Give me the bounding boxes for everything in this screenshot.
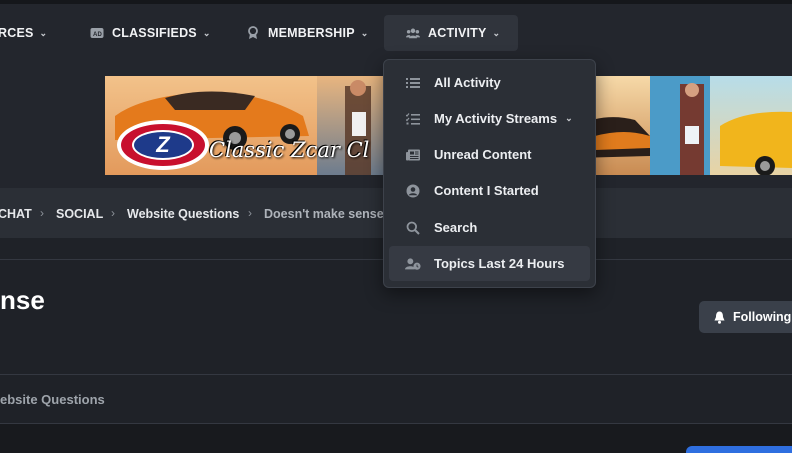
menu-item-label: Search bbox=[434, 220, 478, 235]
svg-text:AD: AD bbox=[93, 32, 103, 38]
users-icon bbox=[406, 26, 420, 40]
menu-item-topics-last-24-hours[interactable]: Topics Last 24 Hours bbox=[389, 246, 590, 281]
chevron-right-icon: › bbox=[248, 206, 252, 220]
nav-classifieds-label: CLASSIFIEDS bbox=[112, 26, 197, 40]
menu-item-label: My Activity Streams bbox=[434, 111, 558, 126]
menu-item-label: Content I Started bbox=[434, 183, 539, 198]
chevron-down-icon: ⌄ bbox=[39, 27, 48, 38]
nav-activity[interactable]: ACTIVITY ⌄ bbox=[384, 15, 518, 51]
menu-item-label: Unread Content bbox=[434, 147, 532, 162]
menu-item-all-activity[interactable]: All Activity bbox=[389, 65, 590, 100]
search-icon bbox=[405, 220, 421, 236]
nav-resources-label: RCES bbox=[0, 26, 34, 40]
newspaper-icon bbox=[405, 147, 421, 163]
forum-link[interactable]: ebsite Questions bbox=[0, 392, 105, 407]
user-circle-icon bbox=[405, 183, 421, 199]
chevron-down-icon: ⌄ bbox=[202, 27, 211, 38]
list-icon bbox=[405, 75, 421, 91]
breadcrumb-item-current: Doesn't make sense bbox=[264, 207, 384, 221]
chevron-down-icon: ⌄ bbox=[360, 27, 369, 38]
zcar-logo: Z bbox=[117, 120, 209, 170]
menu-item-search[interactable]: Search bbox=[389, 210, 590, 245]
nav-resources[interactable]: RCES ⌄ bbox=[0, 15, 47, 51]
nav-activity-label: ACTIVITY bbox=[428, 26, 487, 40]
award-icon bbox=[246, 26, 260, 40]
main-nav: RCES ⌄ AD CLASSIFIEDS ⌄ MEMBERSHIP ⌄ ACT… bbox=[0, 4, 792, 60]
breadcrumb-item-social[interactable]: SOCIAL bbox=[56, 207, 103, 221]
primary-action-button[interactable] bbox=[686, 446, 792, 453]
logo-script-text: Classic Zcar Cl bbox=[209, 138, 370, 162]
nav-membership-label: MEMBERSHIP bbox=[268, 26, 355, 40]
chevron-right-icon: › bbox=[111, 206, 115, 220]
page-title: nse bbox=[0, 285, 45, 315]
divider bbox=[0, 374, 792, 375]
chevron-right-icon: › bbox=[40, 206, 44, 220]
following-label: Following bbox=[733, 310, 792, 324]
menu-item-content-i-started[interactable]: Content I Started bbox=[389, 173, 590, 208]
lower-section bbox=[0, 424, 792, 453]
menu-item-label: Topics Last 24 Hours bbox=[434, 256, 565, 271]
breadcrumb-item-chat[interactable]: CHAT bbox=[0, 207, 32, 221]
following-button[interactable]: Following bbox=[699, 301, 792, 333]
bell-icon bbox=[714, 311, 725, 324]
chevron-down-icon: ⌄ bbox=[565, 113, 573, 123]
nav-membership[interactable]: MEMBERSHIP ⌄ bbox=[246, 15, 368, 51]
logo-letter: Z bbox=[132, 130, 194, 160]
user-clock-icon bbox=[405, 256, 421, 272]
menu-item-label: All Activity bbox=[434, 75, 501, 90]
breadcrumb-item-website-questions[interactable]: Website Questions bbox=[127, 207, 239, 221]
checklist-icon bbox=[405, 111, 421, 127]
classifieds-icon: AD bbox=[90, 26, 104, 40]
activity-dropdown-menu: All Activity My Activity Streams ⌄ Unrea… bbox=[383, 59, 596, 288]
nav-classifieds[interactable]: AD CLASSIFIEDS ⌄ bbox=[90, 15, 211, 51]
chevron-down-icon: ⌄ bbox=[492, 27, 501, 38]
menu-item-unread-content[interactable]: Unread Content bbox=[389, 137, 590, 172]
menu-item-my-activity-streams[interactable]: My Activity Streams ⌄ bbox=[389, 101, 590, 136]
